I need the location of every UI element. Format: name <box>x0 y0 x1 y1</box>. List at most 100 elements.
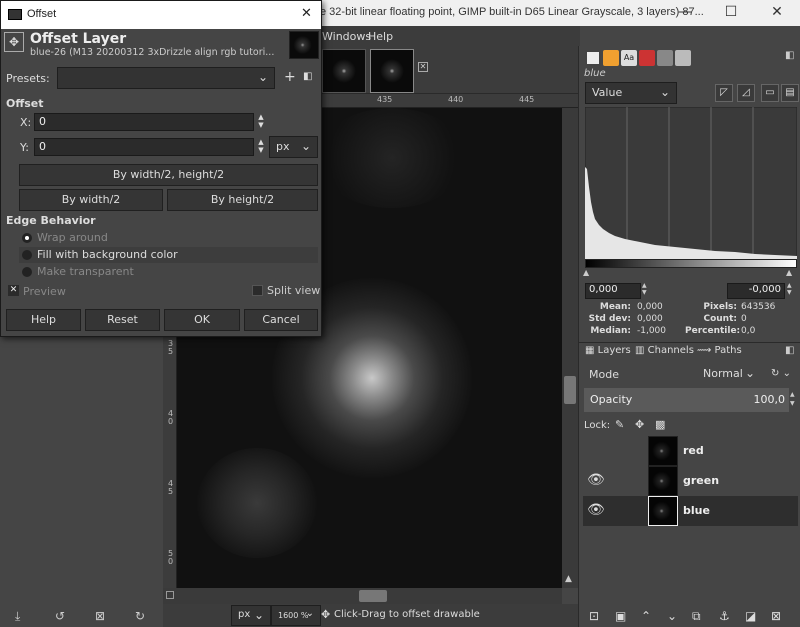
new-layer-icon[interactable]: ⊡ <box>589 609 599 623</box>
status-bar: px ⌄ 1600 % ⌄ ✥ Click-Drag to offset drawa… <box>163 604 578 627</box>
close-tab-icon[interactable]: ✕ <box>418 62 428 72</box>
by-half-height-button[interactable]: By height/2 <box>167 189 318 211</box>
horizontal-scrollbar[interactable] <box>177 588 562 604</box>
pixels-label: Pixels: <box>703 302 737 312</box>
histogram-view-icon[interactable]: ▭ <box>761 84 779 102</box>
duplicate-layer-icon[interactable]: ⧉ <box>692 609 701 624</box>
by-half-width-button[interactable]: By width/2 <box>19 189 163 211</box>
eye-icon[interactable]: 👁 <box>587 472 605 488</box>
by-half-both-button[interactable]: By width/2, height/2 <box>19 164 318 186</box>
log-histogram-icon[interactable]: ◿ <box>737 84 755 102</box>
ruler-label: 445 <box>519 95 535 104</box>
anchor-layer-icon[interactable]: ⚓ <box>719 609 730 623</box>
add-preset-icon[interactable]: + <box>284 69 296 85</box>
linear-histogram-icon[interactable]: ◸ <box>715 84 733 102</box>
raise-layer-icon[interactable]: ⌃ <box>641 609 651 623</box>
radio-fill[interactable] <box>22 250 32 260</box>
ruler-label: 4 0 <box>168 409 174 426</box>
mode-select[interactable]: Normal ⌄ <box>697 364 761 386</box>
range-max-marker[interactable]: ▲ <box>786 268 792 277</box>
menu-help[interactable]: Help <box>368 30 393 43</box>
layer-row-green[interactable]: 👁 green <box>583 466 798 496</box>
x-spinner[interactable]: ▲ ▼ <box>254 113 268 131</box>
radio-transparent[interactable] <box>22 267 32 277</box>
range-min-marker[interactable]: ▲ <box>583 268 589 277</box>
close-window-button[interactable]: ✕ <box>754 0 800 26</box>
tab-channels[interactable]: ▥ Channels <box>635 345 694 356</box>
help-button[interactable]: Help <box>6 309 81 331</box>
zoom-value: 1600 % <box>278 611 309 620</box>
vertical-scroll-thumb[interactable] <box>564 376 576 404</box>
new-layer-group-icon[interactable]: ▣ <box>615 609 626 623</box>
fg-bg-icon[interactable] <box>585 50 601 66</box>
layer-row-red[interactable]: red <box>583 436 798 466</box>
lower-layer-icon[interactable]: ⌄ <box>667 609 677 623</box>
eye-icon[interactable]: 👁 <box>587 502 605 518</box>
dialog-close-icon[interactable]: ✕ <box>301 6 312 21</box>
zoom-fit-icon[interactable]: ▲ <box>565 574 572 584</box>
gradients-icon[interactable] <box>675 50 691 66</box>
patterns-icon[interactable] <box>639 50 655 66</box>
channels-tab-icon: ▥ <box>635 345 645 356</box>
preview-checkbox[interactable]: ✕ <box>8 285 19 296</box>
layer-thumbnail <box>648 436 678 466</box>
menu-windows[interactable]: Windows <box>322 30 371 43</box>
range-max-spinner[interactable]: ▲ ▼ <box>787 282 792 296</box>
image-tab-thumbnail-active[interactable] <box>370 49 414 93</box>
delete-icon[interactable]: ⊠ <box>95 609 105 623</box>
fonts-icon[interactable]: Aa <box>621 50 637 66</box>
tab-layers[interactable]: ▦ Layers <box>585 345 631 356</box>
edge-option-transparent[interactable]: Make transparent <box>19 264 318 280</box>
histogram-graph[interactable] <box>585 107 797 259</box>
preset-menu-icon[interactable]: ◧ <box>303 71 312 82</box>
save-preset-icon[interactable]: ⤓ <box>15 609 20 624</box>
horizontal-scroll-thumb[interactable] <box>359 590 387 602</box>
minimize-button[interactable]: — <box>662 0 708 26</box>
presets-select[interactable]: ⌄ <box>57 67 275 89</box>
offset-tool-icon: ✥ <box>4 32 24 52</box>
layer-row-blue[interactable]: 👁 blue <box>583 496 798 526</box>
maximize-button[interactable]: ☐ <box>708 0 754 26</box>
channel-select[interactable]: Value ⌄ <box>585 82 677 104</box>
range-min-spinner[interactable]: ▲ ▼ <box>642 282 647 296</box>
restore-icon[interactable]: ↺ <box>55 609 65 623</box>
edge-option-wrap[interactable]: Wrap around <box>19 230 318 246</box>
offset-unit-select[interactable]: px ⌄ <box>269 136 318 158</box>
vertical-scrollbar[interactable]: ▲ <box>562 108 578 588</box>
radio-wrap[interactable] <box>22 233 32 243</box>
zoom-select[interactable]: 1600 % ⌄ <box>271 605 321 626</box>
mode-reset-icon[interactable]: ↻ ⌄ <box>765 366 797 384</box>
split-view-checkbox[interactable] <box>252 285 263 296</box>
reset-button[interactable]: Reset <box>85 309 160 331</box>
opacity-spinner[interactable]: ▲ ▼ <box>790 390 795 408</box>
range-min-field[interactable]: 0,000 <box>585 283 641 299</box>
y-spinner[interactable]: ▲ ▼ <box>254 138 268 156</box>
edge-option-fill[interactable]: Fill with background color <box>19 247 318 263</box>
lock-pixels-icon[interactable]: ✎ <box>615 418 624 431</box>
mask-layer-icon[interactable]: ◪ <box>745 609 756 623</box>
quick-mask-toggle[interactable] <box>163 588 177 604</box>
opacity-slider[interactable]: Opacity 100,0 <box>584 388 789 412</box>
edge-option-label: Fill with background color <box>37 248 178 261</box>
range-max-field[interactable]: -0,000 <box>727 283 785 299</box>
chevron-down-icon: ⌄ <box>257 70 268 84</box>
lock-alpha-icon[interactable]: ▩ <box>655 418 665 431</box>
y-offset-field[interactable]: 0 <box>34 138 254 156</box>
delete-layer-icon[interactable]: ⊠ <box>771 609 781 623</box>
image-tab-thumbnail[interactable] <box>322 49 366 93</box>
reset-icon[interactable]: ↻ <box>135 609 145 623</box>
tab-paths[interactable]: ⟿ Paths <box>697 345 742 356</box>
cancel-button[interactable]: Cancel <box>244 309 318 331</box>
histogram-view-alt-icon[interactable]: ▤ <box>781 84 799 102</box>
ruler-label: 4 5 <box>168 479 174 496</box>
histogram-tab-icon[interactable] <box>657 50 673 66</box>
lock-position-icon[interactable]: ✥ <box>635 418 644 431</box>
unit-select[interactable]: px ⌄ <box>231 605 271 626</box>
faint-star-blob <box>317 108 467 208</box>
dock-menu-icon[interactable]: ◧ <box>785 50 794 61</box>
y-label: Y: <box>20 141 29 154</box>
dock-menu-icon[interactable]: ◧ <box>785 345 794 356</box>
palette-icon[interactable] <box>603 50 619 66</box>
x-offset-field[interactable]: 0 <box>34 113 254 131</box>
ok-button[interactable]: OK <box>164 309 240 331</box>
